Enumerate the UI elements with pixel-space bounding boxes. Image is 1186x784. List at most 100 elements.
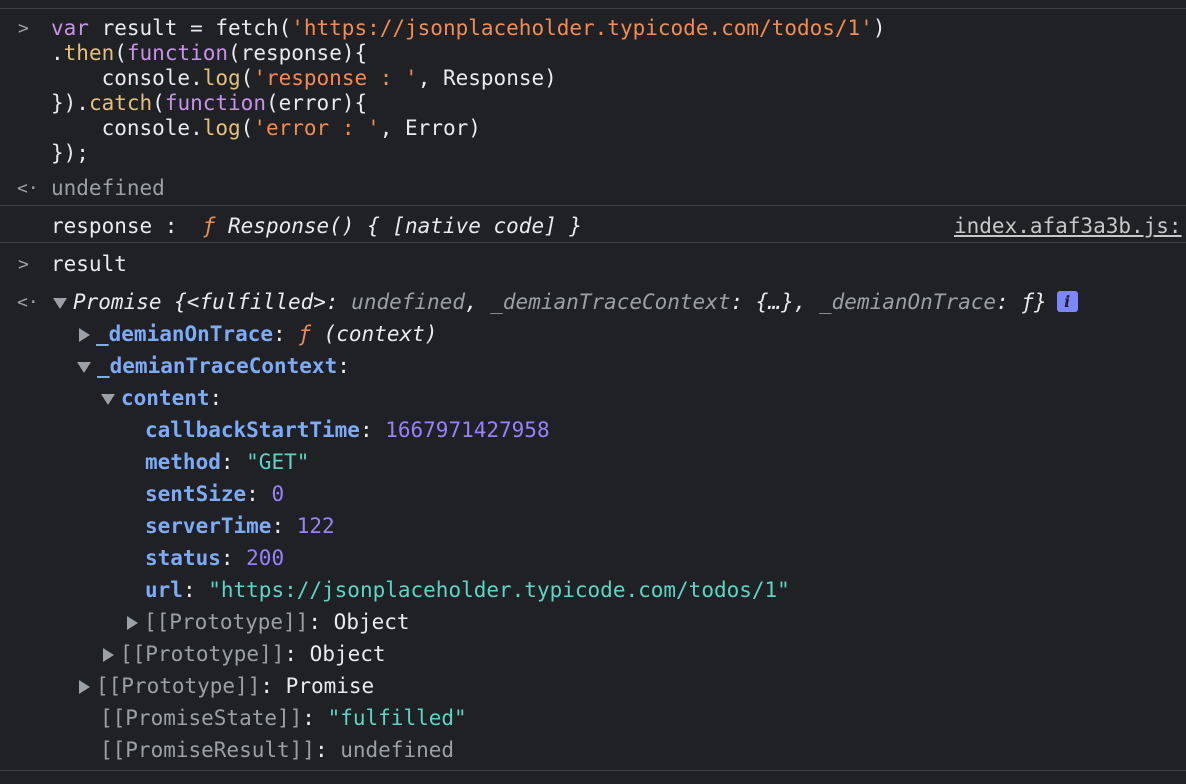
function-icon: ƒ [298,322,311,346]
log-message[interactable]: response : ƒ Response() { [native code] … [51,213,582,239]
code-line-4[interactable]: }).catch(function(error){ [51,90,367,116]
info-icon[interactable]: i [1056,291,1078,312]
property-value: "GET" [246,450,310,474]
code-line-1[interactable]: var result = fetch('https://jsonplacehol… [51,15,885,41]
property-value: Object [309,642,386,666]
tree-row-field[interactable]: serverTime: 122 [145,513,335,539]
summary-sep: , [793,290,820,314]
code-token: log [202,116,241,140]
promise-summary[interactable]: Promise {<fulfilled>: undefined, _demian… [53,289,1078,315]
code-token: }). [51,91,89,115]
property-value: 122 [296,514,335,538]
property-value: Object [333,610,410,634]
expand-triangle-icon[interactable] [79,328,90,342]
summary-value: {…} [755,290,794,314]
summary-sep: , [464,290,491,314]
summary-key: _demianTraceContext [490,290,731,314]
input-prompt-icon: > [18,18,29,39]
property-value: Promise [285,674,375,698]
property-key: content [121,386,210,410]
colon: : [308,610,334,634]
summary-value: undefined [351,290,465,314]
tree-row-prototype[interactable]: [[Prototype]]: Object [103,641,386,667]
tree-row-prototype[interactable]: [[Prototype]]: Promise [79,673,374,699]
property-key: _demianTraceContext [97,354,338,378]
colon: : [271,514,297,538]
message-divider [0,242,1186,243]
source-link[interactable]: index.afaf3a3b.js: [954,213,1182,239]
code-token: console. [51,116,203,140]
tree-row-promise-result[interactable]: [[PromiseResult]]: undefined [100,737,454,763]
input-prompt-icon: > [18,254,29,275]
colon: : [284,642,310,666]
collapse-triangle-icon[interactable] [101,393,115,405]
property-key: status [145,546,221,570]
tree-row-field[interactable]: url: "https://jsonplaceholder.typicode.c… [145,577,790,603]
code-token: (error){ [265,91,368,115]
tree-row-on-trace[interactable]: _demianOnTrace: ƒ (context) [79,321,437,347]
tree-row-content[interactable]: content: [101,385,222,411]
property-key: callbackStartTime [145,418,360,442]
tree-row-promise-state[interactable]: [[PromiseState]]: "fulfilled" [100,705,467,731]
collapse-triangle-icon[interactable] [77,361,91,373]
summary-colon: : [325,290,352,314]
property-key: _demianOnTrace [96,322,274,346]
property-value: "https://jsonplaceholder.typicode.com/to… [208,578,790,602]
property-key: serverTime [145,514,272,538]
return-value: undefined [51,176,165,200]
code-token: , Error) [379,116,481,140]
property-value: 1667971427958 [385,418,550,442]
colon: : [220,450,247,474]
tree-row-prototype[interactable]: [[Prototype]]: Object [127,609,410,635]
code-token: function [164,91,266,115]
property-key: method [145,450,221,474]
code-token: }); [51,141,89,165]
colon: : [260,674,286,698]
code-token: ) [872,16,886,40]
property-value: 0 [271,482,285,506]
message-divider [0,205,1186,206]
summary-value: ƒ [1021,290,1034,314]
code-token: catch [88,91,153,115]
code-token: ( [240,116,254,140]
expand-triangle-icon[interactable] [103,648,114,662]
code-token: 'response : ' [253,66,418,90]
property-key: sentSize [145,482,247,506]
code-token: (response){ [228,41,368,65]
expand-triangle-icon[interactable] [79,680,90,694]
tree-row-field[interactable]: callbackStartTime: 1667971427958 [145,417,550,443]
summary-close: } [1033,290,1047,314]
code-token: ( [152,91,165,115]
code-line-result[interactable]: result [51,251,127,277]
expand-triangle-icon[interactable] [53,297,67,309]
return-arrow-icon: <· [17,292,39,313]
property-value: 200 [246,546,285,570]
summary-colon: : [996,290,1022,314]
property-key: [[Prototype]] [96,674,261,698]
code-token: , Response) [417,66,557,90]
code-token: result = fetch( [88,16,292,40]
property-value: "fulfilled" [327,706,467,730]
property-key: [[PromiseState]] [100,706,303,730]
message-divider [0,770,1186,771]
code-token: 'https://jsonplaceholder.typicode.com/to… [291,16,873,40]
code-line-3[interactable]: console.log('response : ', Response) [51,65,557,91]
expand-triangle-icon[interactable] [127,616,138,630]
code-token: console. [51,66,203,90]
tree-row-field[interactable]: status: 200 [145,545,284,571]
summary-colon: : [730,290,756,314]
code-line-6[interactable]: }); [51,140,89,166]
tree-row-field[interactable]: sentSize: 0 [145,481,284,507]
return-arrow-icon: <· [17,178,39,199]
tree-row-field[interactable]: method: "GET" [145,449,309,475]
code-line-5[interactable]: console.log('error : ', Error) [51,115,481,141]
tree-row-trace-context[interactable]: _demianTraceContext: [77,353,350,379]
colon: : [359,418,386,442]
code-token: log [202,66,241,90]
property-value: undefined [340,738,455,762]
colon: : [273,322,299,346]
colon: : [220,546,247,570]
colon: : [314,738,341,762]
property-key: [[Prototype]] [144,610,309,634]
code-line-2[interactable]: .then(function(response){ [51,40,367,66]
